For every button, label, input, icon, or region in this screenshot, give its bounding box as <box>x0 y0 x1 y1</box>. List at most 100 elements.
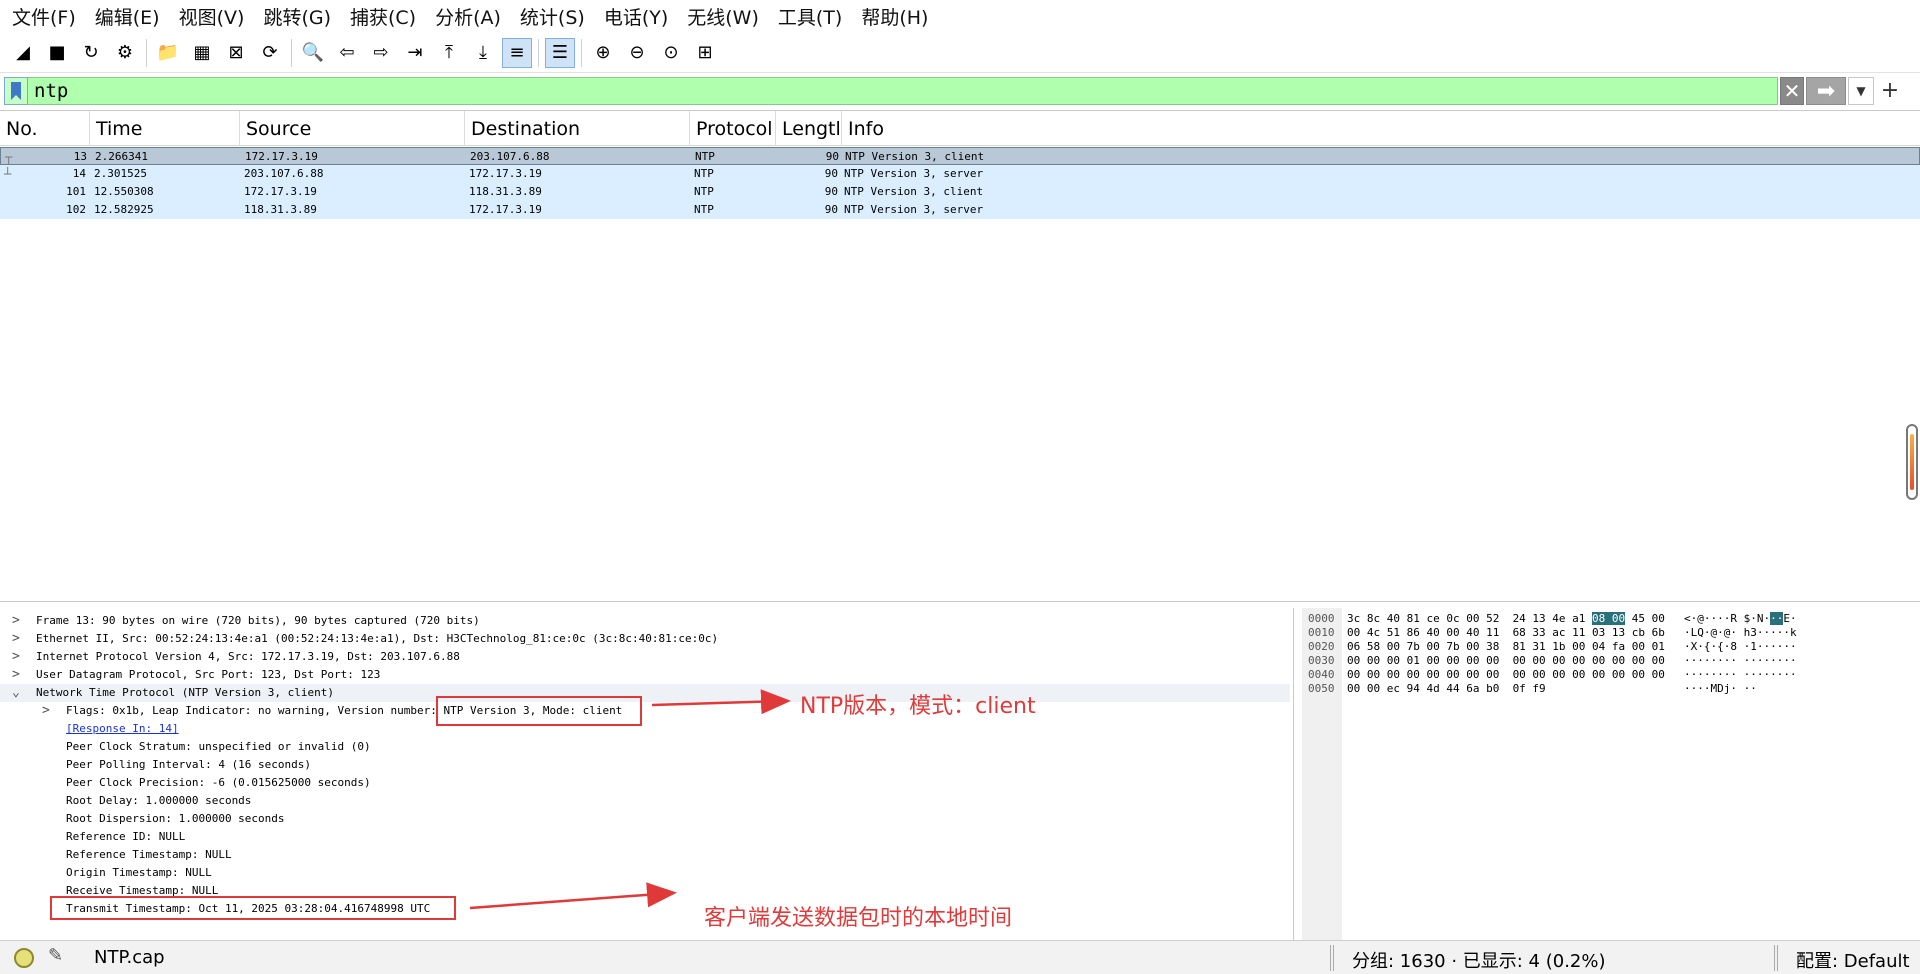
tree-item-ethernet[interactable]: > Ethernet II, Src: 00:52:24:13:4e:a1 (0… <box>0 630 1290 648</box>
column-header-no[interactable]: No. <box>0 111 90 146</box>
bytes-ascii: ········ ········ <box>1684 654 1797 668</box>
menu-item-4[interactable]: 捕获(C) <box>344 3 429 30</box>
menu-item-0[interactable]: 文件(F) <box>6 3 89 30</box>
cell-info: NTP Version 3, server <box>844 203 984 216</box>
bytes-ascii: <·@····R $·N···E· <box>1684 612 1797 626</box>
capture-options-button[interactable]: ⚙ <box>110 38 140 68</box>
capture-comment-icon[interactable]: ✎ <box>48 945 72 969</box>
tree-item-label: Origin Timestamp: NULL <box>66 866 212 879</box>
tree-item-ntp[interactable]: ⌄ Network Time Protocol (NTP Version 3, … <box>0 684 1290 702</box>
cell-info: NTP Version 3, client <box>844 185 984 198</box>
chevron-right-icon[interactable]: > <box>12 648 24 666</box>
chevron-right-icon[interactable]: > <box>42 702 54 720</box>
packet-bytes-pane: 0000 3c 8c 40 81 ce 0c 00 52 24 13 4e a1 … <box>1302 608 1920 940</box>
start-capture-button[interactable]: ◢ <box>8 38 38 68</box>
zoom-in-button[interactable]: ⊕ <box>588 38 618 68</box>
go-back-button[interactable]: ⇦ <box>332 38 362 68</box>
tree-item-udp[interactable]: > User Datagram Protocol, Src Port: 123,… <box>0 666 1290 684</box>
menu-item-9[interactable]: 工具(T) <box>772 3 855 30</box>
resize-columns-button[interactable]: ⊞ <box>690 38 720 68</box>
tree-item-root-delay[interactable]: Root Delay: 1.000000 seconds <box>0 792 1290 810</box>
column-header-protocol[interactable]: Protocol <box>690 111 776 146</box>
cell-dst: 172.17.3.19 <box>469 167 542 180</box>
auto-scroll-button[interactable]: ≡ <box>502 37 532 68</box>
table-row[interactable]: 102 12.582925 118.31.3.89 172.17.3.19 NTP 90 N… <box>0 201 1920 219</box>
tree-item-ip[interactable]: > Internet Protocol Version 4, Src: 172.… <box>0 648 1290 666</box>
menu-item-8[interactable]: 无线(W) <box>681 3 772 30</box>
bytes-ascii: ····MDj· ·· <box>1684 682 1757 696</box>
menu-item-6[interactable]: 统计(S) <box>514 3 598 30</box>
cell-no: 102 <box>66 203 86 216</box>
display-filter-input[interactable] <box>28 77 1778 105</box>
hex-bytes: 00 4c 51 86 40 00 40 11 68 33 ac 11 03 1… <box>1347 626 1665 639</box>
tree-item-origin-ts[interactable]: Origin Timestamp: NULL <box>0 864 1290 882</box>
column-header-source[interactable]: Source <box>240 111 465 146</box>
menu-item-10[interactable]: 帮助(H) <box>855 3 941 30</box>
restart-capture-button[interactable]: ↻ <box>76 38 106 68</box>
column-header-destination[interactable]: Destination <box>465 111 690 146</box>
status-packet-stats: 分组: 1630 · 已显示: 4 (0.2%) <box>1352 951 1606 972</box>
table-row[interactable]: 14 2.301525 203.107.6.88 172.17.3.19 NTP 90 NT… <box>0 165 1920 183</box>
zoom-normal-button[interactable]: ⊙ <box>656 38 686 68</box>
chevron-right-icon[interactable]: > <box>12 630 24 648</box>
stop-capture-button[interactable]: ■ <box>42 38 72 68</box>
bytes-offset: 0020 <box>1308 640 1335 653</box>
menu-item-5[interactable]: 分析(A) <box>429 3 514 30</box>
tree-item-root-dispersion[interactable]: Root Dispersion: 1.000000 seconds <box>0 810 1290 828</box>
ascii-text: E· <box>1783 612 1797 625</box>
save-file-button[interactable]: ▦ <box>187 38 217 68</box>
tree-item-reference-id[interactable]: Reference ID: NULL <box>0 828 1290 846</box>
filter-bookmark-button[interactable] <box>4 77 28 105</box>
add-filter-button-button[interactable]: + <box>1876 75 1904 105</box>
arrow-right-icon: ➡ <box>1816 78 1836 104</box>
apply-filter-button[interactable]: ➡ <box>1806 77 1846 105</box>
flags-prefix: Flags: 0x1b, Leap Indicator: no warning,… <box>66 704 444 717</box>
status-divider[interactable] <box>1330 945 1334 971</box>
reload-file-button[interactable]: ⟳ <box>255 38 285 68</box>
status-profile[interactable]: 配置: Default <box>1796 947 1910 973</box>
hex-bytes: 45 00 <box>1625 612 1665 625</box>
table-row[interactable]: 13 2.266341 172.17.3.19 203.107.6.88 NTP 90 NT… <box>0 147 1920 165</box>
column-header-info[interactable]: Info <box>842 111 1920 146</box>
go-forward-button[interactable]: ⇨ <box>366 38 396 68</box>
tree-item-polling[interactable]: Peer Polling Interval: 4 (16 seconds) <box>0 756 1290 774</box>
bytes-offset: 0010 <box>1308 626 1335 639</box>
expert-info-led-icon[interactable] <box>14 948 34 968</box>
status-divider[interactable] <box>1774 945 1778 971</box>
tree-item-label: Root Dispersion: 1.000000 seconds <box>66 812 285 825</box>
chevron-right-icon[interactable]: > <box>12 666 24 684</box>
tree-item-label: Network Time Protocol (NTP Version 3, cl… <box>36 686 335 699</box>
tree-item-reference-ts[interactable]: Reference Timestamp: NULL <box>0 846 1290 864</box>
clear-filter-button[interactable]: ✕ <box>1780 77 1804 105</box>
menu-item-7[interactable]: 电话(Y) <box>598 3 681 30</box>
filter-history-dropdown[interactable]: ▼ <box>1848 77 1874 105</box>
colorize-button[interactable]: ☰ <box>545 37 575 68</box>
go-last-packet-button[interactable]: ⤓ <box>468 38 498 68</box>
tree-item-label: User Datagram Protocol, Src Port: 123, D… <box>36 668 381 681</box>
cell-info: NTP Version 3, client <box>845 150 985 163</box>
go-to-packet-button[interactable]: ⇥ <box>400 38 430 68</box>
tree-item-label: Frame 13: 90 bytes on wire (720 bits), 9… <box>36 614 480 627</box>
intelligent-scrollbar-map <box>1910 434 1914 490</box>
open-file-button[interactable]: 📁 <box>153 38 183 68</box>
column-header-length[interactable]: Lengtl <box>776 111 842 146</box>
chevron-right-icon[interactable]: > <box>12 612 24 630</box>
menu-item-3[interactable]: 跳转(G) <box>257 3 344 30</box>
tree-item-stratum[interactable]: Peer Clock Stratum: unspecified or inval… <box>0 738 1290 756</box>
response-link[interactable]: [Response In: 14] <box>66 720 179 738</box>
go-first-packet-button[interactable]: ⤒ <box>434 38 464 68</box>
tree-item-response[interactable]: [Response In: 14] <box>0 720 1290 738</box>
tree-item-flags[interactable]: > Flags: 0x1b, Leap Indicator: no warnin… <box>0 702 1290 720</box>
zoom-out-button[interactable]: ⊖ <box>622 38 652 68</box>
close-file-button[interactable]: ⊠ <box>221 38 251 68</box>
table-row[interactable]: 101 12.550308 172.17.3.19 118.31.3.89 NTP 90 N… <box>0 183 1920 201</box>
column-header-time[interactable]: Time <box>90 111 240 146</box>
menu-item-1[interactable]: 编辑(E) <box>89 3 173 30</box>
chevron-down-icon[interactable]: ⌄ <box>12 684 24 702</box>
display-filter-bar: ✕ ➡ ▼ + <box>0 74 1920 108</box>
tree-item-frame[interactable]: > Frame 13: 90 bytes on wire (720 bits),… <box>0 612 1290 630</box>
packet-list-scrollbar[interactable] <box>1906 424 1918 500</box>
tree-item-precision[interactable]: Peer Clock Precision: -6 (0.015625000 se… <box>0 774 1290 792</box>
menu-item-2[interactable]: 视图(V) <box>173 3 258 30</box>
find-packet-button[interactable]: 🔍 <box>298 38 328 68</box>
